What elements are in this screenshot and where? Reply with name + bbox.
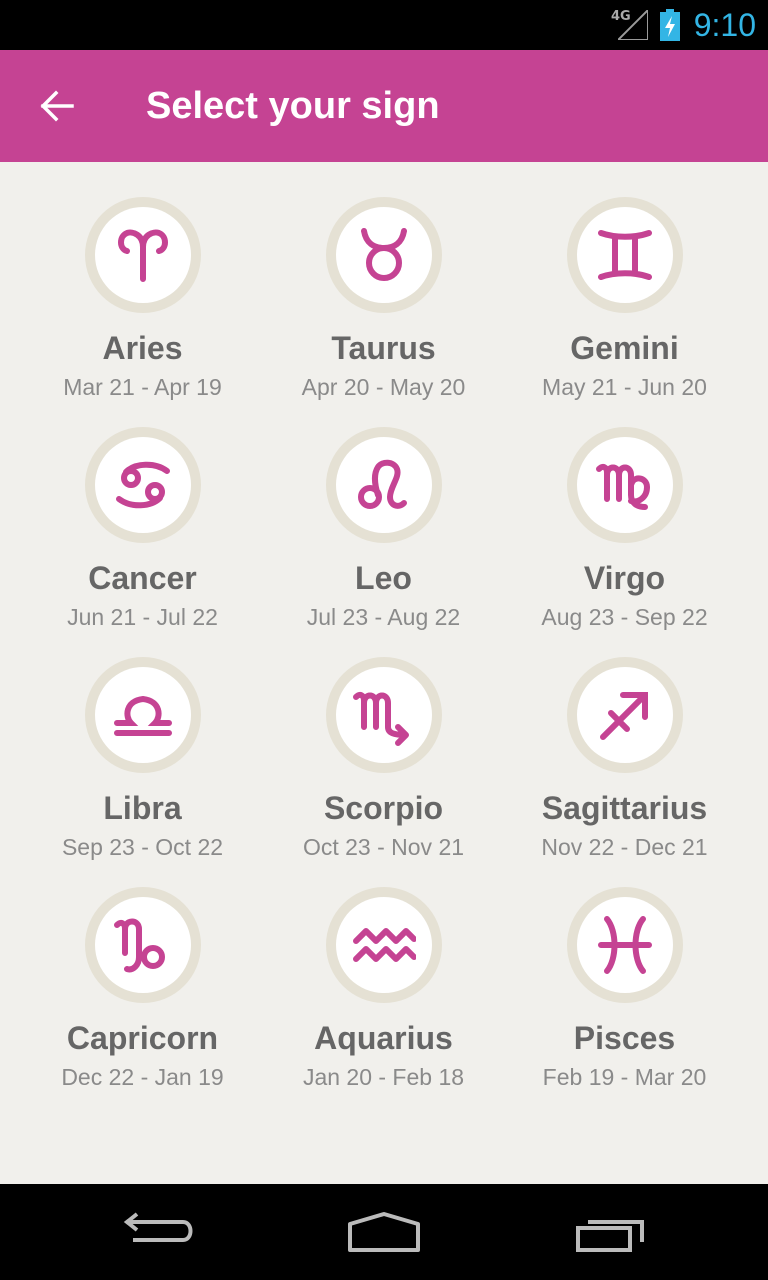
sign-badge	[85, 197, 201, 313]
sign-tile-capricorn[interactable]: Capricorn Dec 22 - Jan 19	[22, 880, 263, 1110]
sign-tile-aquarius[interactable]: Aquarius Jan 20 - Feb 18	[263, 880, 504, 1110]
taurus-icon	[361, 228, 407, 281]
sign-tile-leo[interactable]: Leo Jul 23 - Aug 22	[263, 420, 504, 650]
sign-tile-aries[interactable]: Aries Mar 21 - Apr 19	[22, 190, 263, 420]
status-bar: 4G 9:10	[0, 0, 768, 50]
aries-icon	[118, 229, 168, 282]
sign-name: Gemini	[570, 330, 679, 366]
leo-icon	[358, 459, 407, 509]
app-bar: Select your sign	[0, 50, 768, 162]
sign-dates: Jan 20 - Feb 18	[302, 1064, 465, 1090]
sagittarius-icon	[600, 692, 648, 740]
cancer-icon	[116, 461, 170, 509]
capricorn-icon	[114, 918, 165, 973]
sign-name: Libra	[103, 790, 182, 826]
recent-apps-icon	[576, 1220, 644, 1252]
sign-dates: Mar 21 - Apr 19	[63, 374, 222, 400]
sign-tile-virgo[interactable]: Virgo Aug 23 - Sep 22	[504, 420, 745, 650]
sign-badge	[567, 197, 683, 313]
sign-badge	[85, 657, 201, 773]
sign-dates: Oct 23 - Nov 21	[302, 834, 465, 860]
sign-tile-libra[interactable]: Libra Sep 23 - Oct 22	[22, 650, 263, 880]
sign-name: Taurus	[331, 330, 436, 366]
sign-badge	[85, 427, 201, 543]
aquarius-icon	[353, 928, 416, 962]
sign-tile-pisces[interactable]: Pisces Feb 19 - Mar 20	[504, 880, 745, 1110]
sign-badge	[567, 657, 683, 773]
sign-badge	[326, 427, 442, 543]
sign-badge	[326, 197, 442, 313]
sign-dates: May 21 - Jun 20	[542, 374, 707, 400]
back-button[interactable]	[24, 76, 88, 136]
sign-name: Leo	[355, 560, 412, 596]
clock: 9:10	[693, 7, 756, 43]
sign-badge	[85, 887, 201, 1003]
home-nav-icon	[348, 1212, 420, 1252]
sign-dates: Aug 23 - Sep 22	[541, 604, 708, 630]
signal-icon	[618, 10, 648, 40]
sign-name: Aries	[102, 330, 183, 366]
sign-badge	[326, 887, 442, 1003]
scorpio-icon	[353, 691, 409, 746]
nav-recent-apps-button[interactable]	[562, 1202, 662, 1262]
sign-tile-cancer[interactable]: Cancer Jun 21 - Jul 22	[22, 420, 263, 650]
libra-icon	[114, 695, 172, 736]
sign-tile-gemini[interactable]: Gemini May 21 - Jun 20	[504, 190, 745, 420]
sign-dates: Jun 21 - Jul 22	[67, 604, 218, 630]
sign-name: Sagittarius	[541, 790, 708, 826]
sign-dates: Jul 23 - Aug 22	[306, 604, 461, 630]
sign-name: Aquarius	[314, 1020, 453, 1056]
sign-badge	[326, 657, 442, 773]
sign-dates: Dec 22 - Jan 19	[61, 1064, 224, 1090]
sign-tile-taurus[interactable]: Taurus Apr 20 - May 20	[263, 190, 504, 420]
back-nav-icon	[123, 1212, 193, 1242]
sign-grid: Aries Mar 21 - Apr 19 Taurus Apr 20 - Ma…	[22, 190, 746, 1110]
virgo-icon	[596, 463, 651, 510]
gemini-icon	[598, 230, 652, 280]
sign-name: Virgo	[583, 560, 666, 596]
pisces-icon	[598, 916, 652, 974]
sign-name: Scorpio	[323, 790, 444, 826]
sign-name: Pisces	[573, 1020, 676, 1056]
sign-badge	[567, 887, 683, 1003]
sign-name: Capricorn	[66, 1020, 219, 1056]
sign-dates: Sep 23 - Oct 22	[61, 834, 224, 860]
page-title: Select your sign	[146, 85, 440, 127]
navigation-bar	[0, 1184, 768, 1280]
arrow-left-icon	[40, 90, 74, 122]
battery-charging-icon	[660, 9, 680, 41]
nav-back-button[interactable]	[113, 1202, 213, 1262]
sign-dates: Nov 22 - Dec 21	[541, 834, 708, 860]
sign-name: Cancer	[88, 560, 197, 596]
sign-tile-sagittarius[interactable]: Sagittarius Nov 22 - Dec 21	[504, 650, 745, 880]
sign-badge	[567, 427, 683, 543]
sign-tile-scorpio[interactable]: Scorpio Oct 23 - Nov 21	[263, 650, 504, 880]
nav-home-button[interactable]	[334, 1202, 434, 1262]
sign-dates: Feb 19 - Mar 20	[542, 1064, 707, 1090]
sign-dates: Apr 20 - May 20	[301, 374, 466, 400]
